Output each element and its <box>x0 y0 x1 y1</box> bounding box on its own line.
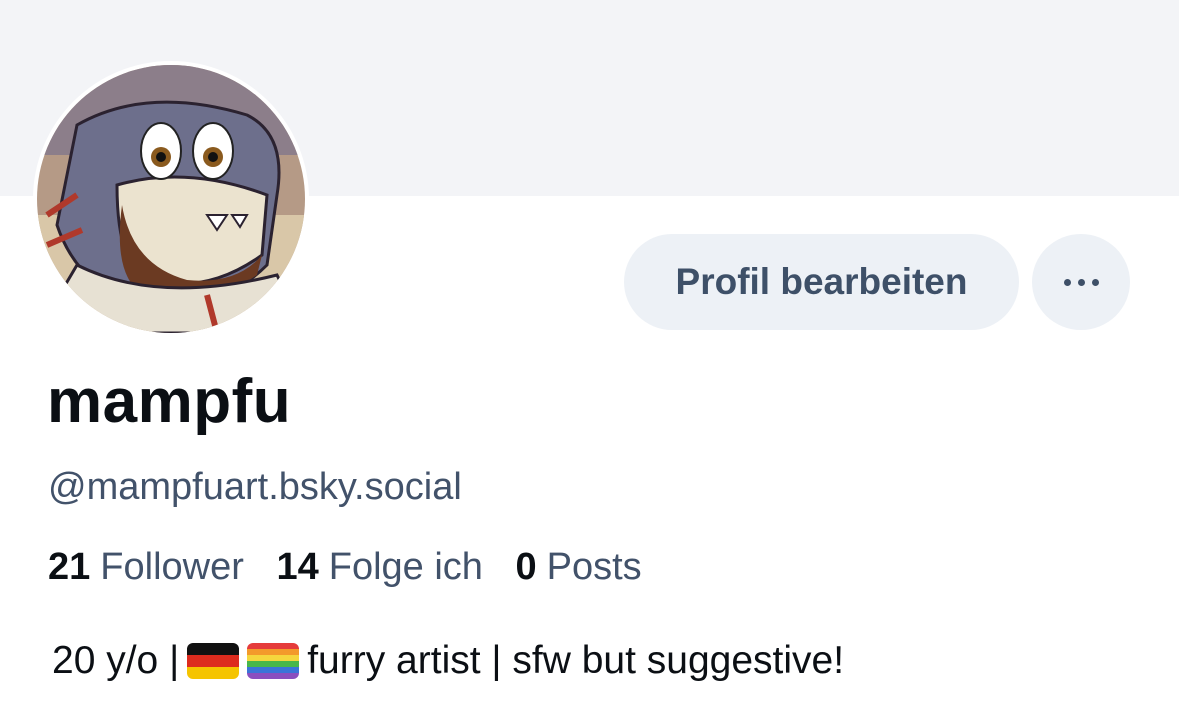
posts-label: Posts <box>546 546 642 588</box>
display-name: mampfu <box>47 367 292 436</box>
profile-stats: 21 Follower 14 Folge ich 0 Posts <box>48 546 664 589</box>
followers-label: Follower <box>100 546 244 588</box>
following-count: 14 <box>276 546 319 588</box>
profile-bio: 20 y/o | furry artist | sfw but suggesti… <box>48 639 848 683</box>
followers-count: 21 <box>48 546 91 588</box>
profile-handle: @mampfuart.bsky.social <box>48 466 462 508</box>
profile-page: Profil bearbeiten mampfu @mampfuart.bsky… <box>0 0 1179 724</box>
edit-profile-label: Profil bearbeiten <box>675 261 968 302</box>
followers-link[interactable]: 21 Follower <box>48 546 244 589</box>
following-link[interactable]: 14 Folge ich <box>276 546 482 589</box>
rainbow-flag-icon <box>247 643 300 679</box>
posts-stat: 0 Posts <box>516 546 642 589</box>
ellipsis-icon <box>1063 278 1099 286</box>
bio-part-1: 20 y/o | <box>52 639 180 682</box>
more-options-button[interactable] <box>1032 234 1130 330</box>
edit-profile-button[interactable]: Profil bearbeiten <box>624 234 1019 330</box>
german-flag-icon <box>187 643 240 679</box>
bio-part-2: furry artist | sfw but suggestive! <box>307 639 845 682</box>
following-label: Folge ich <box>328 546 483 588</box>
avatar[interactable] <box>33 61 309 337</box>
shark-avatar-icon <box>37 65 305 333</box>
posts-count: 0 <box>515 546 537 588</box>
